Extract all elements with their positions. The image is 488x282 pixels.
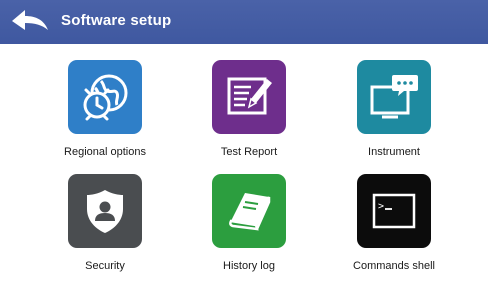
instrument-icon-box bbox=[357, 60, 431, 134]
tile-label: Instrument bbox=[368, 146, 420, 158]
software-setup-screen: Software setup Regional options Test Rep… bbox=[0, 0, 488, 282]
tile-label: Test Report bbox=[220, 146, 278, 158]
tile-instrument[interactable]: Instrument bbox=[334, 60, 454, 170]
regional-options-icon-box bbox=[68, 60, 142, 134]
tile-label: Regional options bbox=[64, 146, 146, 158]
history-log-icon-box bbox=[212, 174, 286, 248]
tile-label: Commands shell bbox=[353, 260, 435, 272]
back-button[interactable] bbox=[10, 6, 52, 38]
tile-commands-shell[interactable]: > Commands shell bbox=[334, 174, 454, 282]
security-icon-box bbox=[68, 174, 142, 248]
book-icon bbox=[229, 193, 271, 231]
svg-text:>: > bbox=[378, 201, 384, 212]
back-arrow-icon bbox=[12, 10, 48, 30]
page-title: Software setup bbox=[61, 12, 172, 29]
terminal-icon: > bbox=[372, 193, 416, 229]
monitor-chat-icon bbox=[370, 75, 418, 119]
tile-test-report[interactable]: Test Report bbox=[189, 60, 309, 170]
tile-regional-options[interactable]: Regional options bbox=[45, 60, 165, 170]
tile-history-log[interactable]: History log bbox=[189, 174, 309, 282]
report-pencil-icon bbox=[227, 77, 272, 115]
tile-label: History log bbox=[223, 260, 275, 272]
commands-shell-icon-box: > bbox=[357, 174, 431, 248]
shield-user-icon bbox=[87, 190, 123, 233]
header-bar: Software setup bbox=[0, 0, 488, 44]
tile-label: Security bbox=[85, 260, 125, 272]
tile-security[interactable]: Security bbox=[45, 174, 165, 282]
test-report-icon-box bbox=[212, 60, 286, 134]
globe-clock-icon bbox=[83, 74, 128, 121]
